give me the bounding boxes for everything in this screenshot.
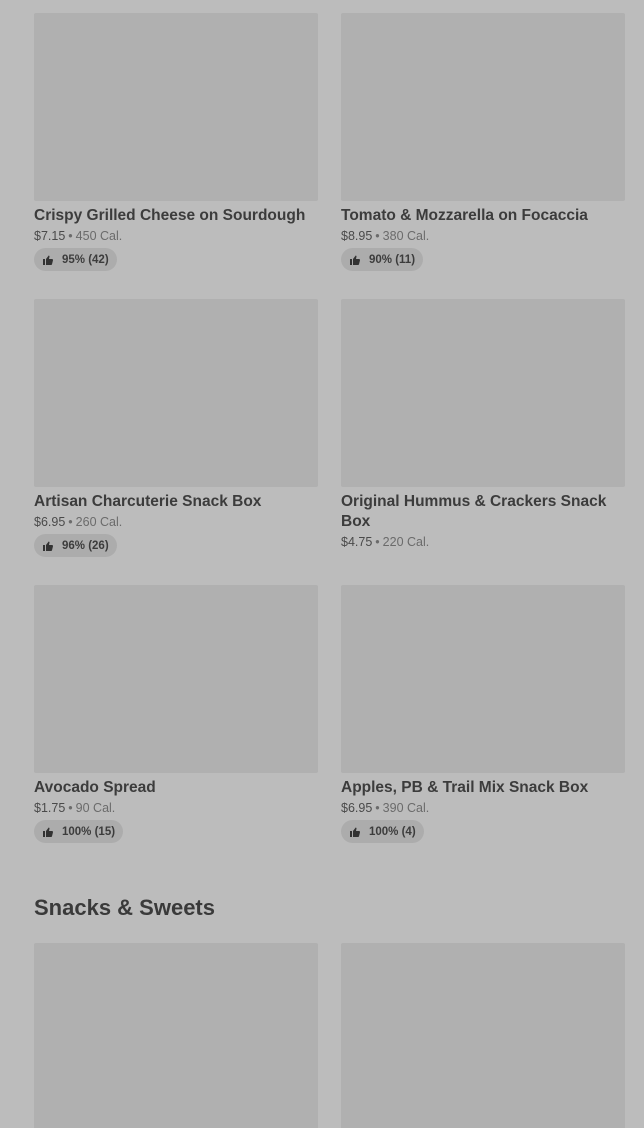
rating-badge: 90% (11) (341, 248, 424, 271)
rating-badge: 100% (4) (341, 820, 424, 843)
meta-separator: • (68, 515, 73, 529)
item-meta: $8.95 • 380 Cal. (341, 229, 625, 243)
item-price: $6.95 (341, 801, 373, 815)
rating-text: 96% (26) (62, 539, 109, 552)
meta-separator: • (375, 801, 380, 815)
item-image[interactable] (34, 585, 318, 773)
menu-item-card[interactable] (34, 943, 318, 1128)
item-name[interactable]: Crispy Grilled Cheese on Sourdough (34, 206, 318, 226)
thumbs-up-icon (350, 827, 361, 837)
item-calories: 220 Cal. (382, 535, 430, 549)
item-meta: $1.75 • 90 Cal. (34, 801, 318, 815)
item-price: $6.95 (34, 515, 66, 529)
thumbs-up-icon (43, 541, 54, 551)
rating-badge: 95% (42) (34, 248, 117, 271)
item-calories: 380 Cal. (382, 229, 430, 243)
item-name[interactable]: Original Hummus & Crackers Snack Box (341, 492, 625, 532)
item-name[interactable]: Avocado Spread (34, 778, 318, 798)
meta-separator: • (375, 229, 380, 243)
item-meta: $7.15 • 450 Cal. (34, 229, 318, 243)
menu-item-card[interactable]: Original Hummus & Crackers Snack Box $4.… (341, 299, 625, 549)
item-name[interactable]: Tomato & Mozzarella on Focaccia (341, 206, 625, 226)
item-calories: 260 Cal. (75, 515, 123, 529)
menu-item-card[interactable]: Avocado Spread $1.75 • 90 Cal. 100% (15) (34, 585, 318, 843)
item-meta: $6.95 • 390 Cal. (341, 801, 625, 815)
item-meta: $6.95 • 260 Cal. (34, 515, 318, 529)
thumbs-up-icon (43, 827, 54, 837)
item-price: $1.75 (34, 801, 66, 815)
menu-item-card[interactable]: Tomato & Mozzarella on Focaccia $8.95 • 38… (341, 13, 625, 271)
menu-item-card[interactable] (341, 943, 625, 1128)
item-image[interactable] (34, 299, 318, 487)
item-image[interactable] (341, 585, 625, 773)
rating-text: 100% (15) (62, 825, 116, 838)
thumbs-up-icon (43, 255, 54, 265)
section-title: Snacks & Sweets (34, 895, 215, 920)
item-calories: 450 Cal. (75, 229, 123, 243)
item-meta: $4.75 • 220 Cal. (341, 535, 625, 549)
menu-item-card[interactable]: Crispy Grilled Cheese on Sourdough $7.15… (34, 13, 318, 271)
item-name[interactable]: Apples, PB & Trail Mix Snack Box (341, 778, 625, 798)
menu-item-card[interactable]: Artisan Charcuterie Snack Box $6.95 • 260 … (34, 299, 318, 557)
menu-page: Crispy Grilled Cheese on Sourdough $7.15… (0, 0, 644, 1128)
rating-badge: 96% (26) (34, 534, 117, 557)
rating-text: 90% (11) (369, 253, 416, 266)
item-price: $7.15 (34, 229, 66, 243)
item-image[interactable] (34, 943, 318, 1128)
menu-item-card[interactable]: Apples, PB & Trail Mix Snack Box $6.95 • 3… (341, 585, 625, 843)
item-calories: 90 Cal. (75, 801, 116, 815)
meta-separator: • (68, 801, 73, 815)
item-image[interactable] (341, 13, 625, 201)
item-image[interactable] (341, 943, 625, 1128)
rating-text: 100% (4) (369, 825, 416, 838)
item-name[interactable]: Artisan Charcuterie Snack Box (34, 492, 318, 512)
item-image[interactable] (34, 13, 318, 201)
thumbs-up-icon (350, 255, 361, 265)
item-calories: 390 Cal. (382, 801, 430, 815)
meta-separator: • (375, 535, 380, 549)
item-image[interactable] (341, 299, 625, 487)
item-price: $8.95 (341, 229, 373, 243)
rating-text: 95% (42) (62, 253, 109, 266)
rating-badge: 100% (15) (34, 820, 124, 843)
item-price: $4.75 (341, 535, 373, 549)
meta-separator: • (68, 229, 73, 243)
